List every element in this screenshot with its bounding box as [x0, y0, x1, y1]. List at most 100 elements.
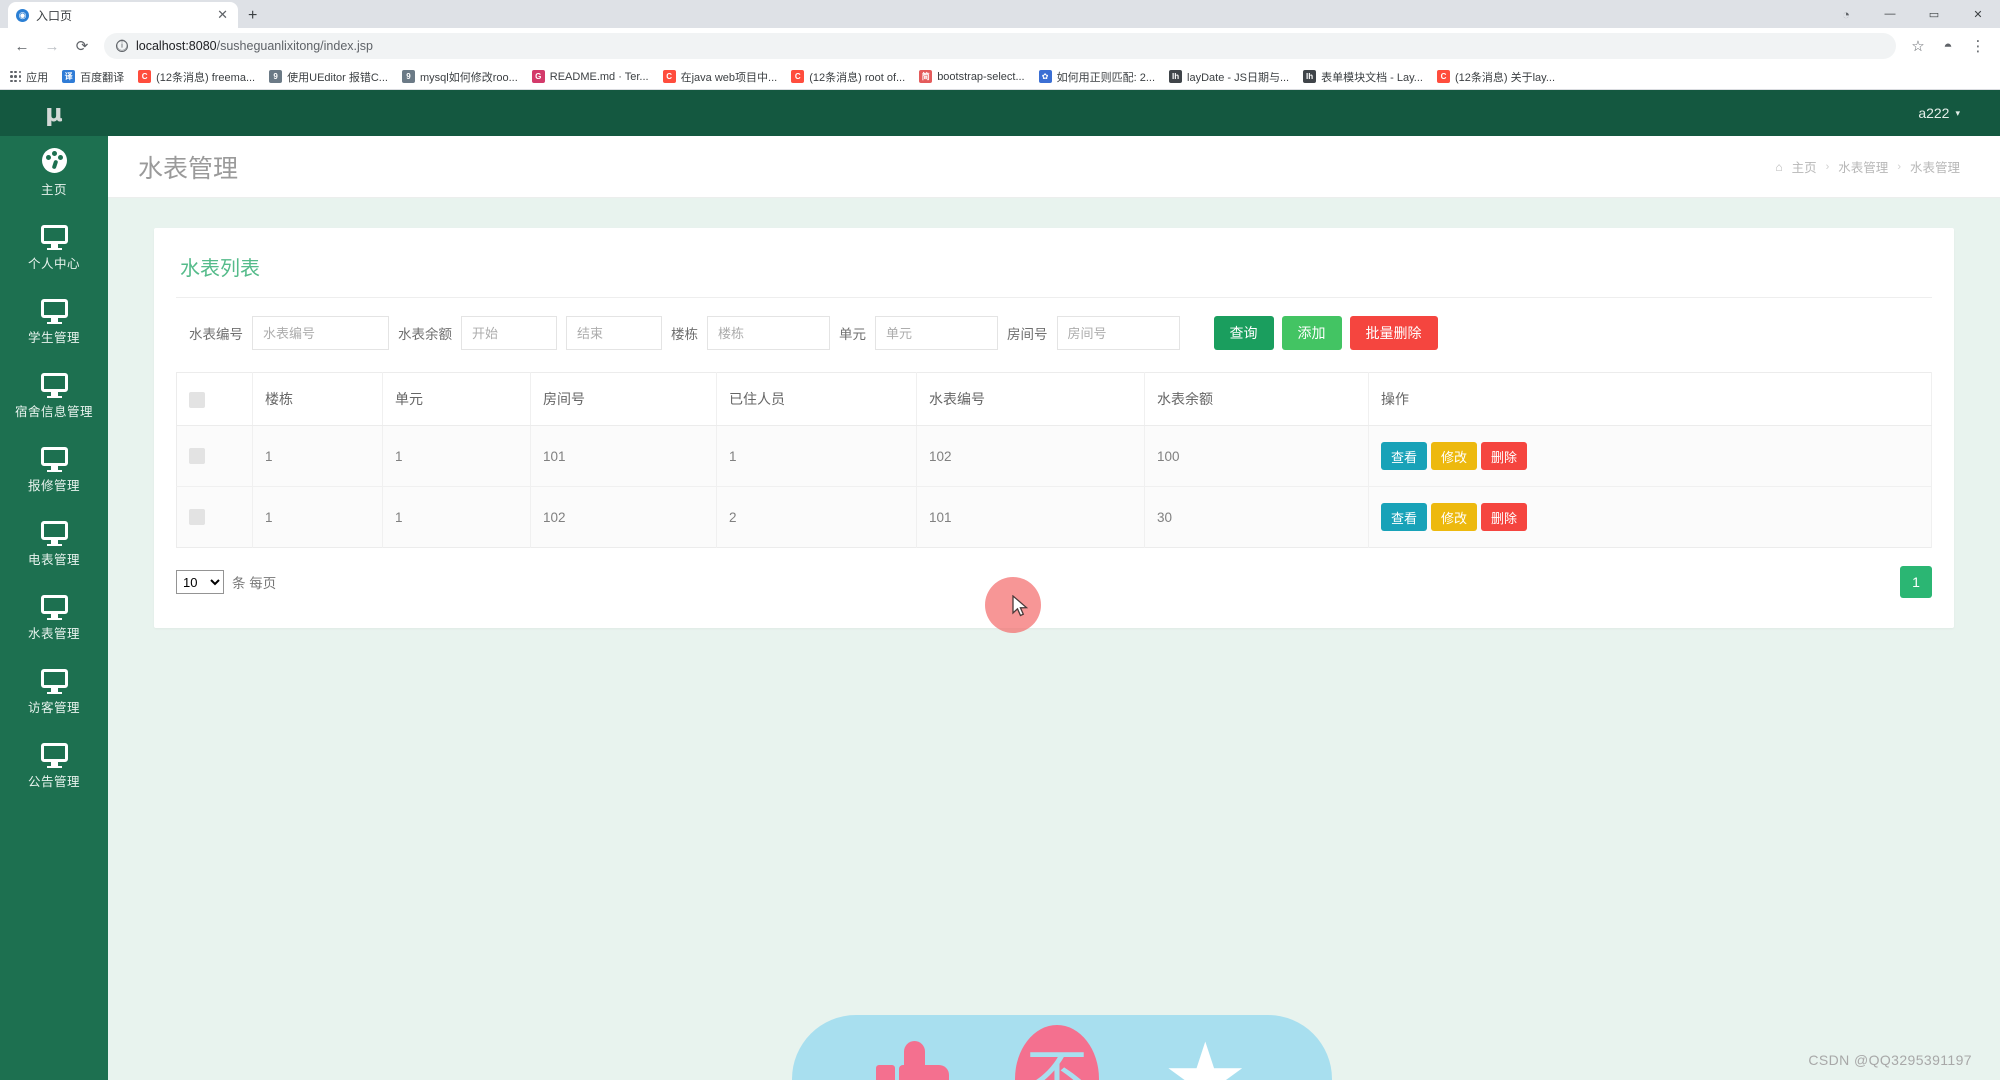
- sidebar-item-2[interactable]: 学生管理: [0, 284, 108, 358]
- chevron-down-icon: ▾: [1955, 107, 1960, 118]
- sidebar-item-7[interactable]: 访客管理: [0, 654, 108, 728]
- user-menu[interactable]: a222 ▾: [1918, 105, 1960, 121]
- bookmark-item[interactable]: 9 使用UEditor 报错C...: [263, 67, 394, 87]
- query-button[interactable]: 查询: [1213, 316, 1274, 350]
- url-path: /susheguanlixitong/index.jsp: [216, 39, 373, 53]
- new-tab-button[interactable]: +: [248, 7, 257, 25]
- filter-input-meter-no[interactable]: [252, 316, 389, 350]
- filter-input-building[interactable]: [707, 316, 830, 350]
- bookmark-favicon-icon: Ih: [1169, 70, 1183, 83]
- monitor-icon: [39, 297, 69, 324]
- site-info-icon[interactable]: ⓘ: [116, 40, 128, 52]
- star-icon[interactable]: ★: [1162, 1031, 1248, 1080]
- cell-unit: 1: [382, 486, 531, 548]
- address-bar[interactable]: ⓘ localhost:8080/susheguanlixitong/index…: [104, 33, 1896, 59]
- minimize-button[interactable]: —: [1868, 0, 1912, 28]
- bookmark-item[interactable]: C (12条消息) 关于lay...: [1431, 67, 1561, 87]
- filter-label-building: 楼栋: [671, 327, 698, 342]
- cell-balance: 100: [1144, 425, 1369, 487]
- url-text: localhost:8080/susheguanlixitong/index.j…: [136, 39, 373, 53]
- bookmark-star-icon[interactable]: ☆: [1904, 32, 1932, 60]
- filter-input-balance-start[interactable]: [461, 316, 557, 350]
- bookmark-label: 百度翻译: [80, 71, 125, 84]
- bookmark-favicon-icon: C: [138, 70, 152, 83]
- bookmark-label: 在java web项目中...: [680, 71, 778, 84]
- filter-label-balance: 水表余额: [398, 327, 452, 342]
- bookmark-item[interactable]: ✿ 如何用正则匹配: 2...: [1033, 67, 1161, 87]
- filter-label-meter-no: 水表编号: [189, 327, 243, 342]
- view-button[interactable]: 查看: [1381, 442, 1428, 470]
- bookmark-item[interactable]: C (12条消息) freema...: [132, 67, 261, 87]
- view-button[interactable]: 查看: [1381, 503, 1428, 531]
- bookmark-label: bootstrap-select...: [937, 70, 1025, 83]
- sidebar-item-1[interactable]: 个人中心: [0, 210, 108, 284]
- forward-icon[interactable]: →: [38, 32, 66, 60]
- breadcrumb-item-2: 水表管理: [1909, 161, 1960, 175]
- bookmark-label: (12条消息) 关于lay...: [1454, 71, 1556, 84]
- table-row: 1 1 102 2 101 30 查看 修改 删除: [176, 486, 1932, 548]
- social-actions-pill: 不 ★: [792, 1015, 1332, 1080]
- bookmark-item[interactable]: 9 mysql如何修改roo...: [396, 67, 524, 87]
- add-button[interactable]: 添加: [1281, 316, 1342, 350]
- bookmark-label: (12条消息) freema...: [156, 71, 256, 84]
- water-meter-table: 楼栋 单元 房间号 已住人员 水表编号 水表余额 操作 1 1 101 1 102 100…: [176, 372, 1932, 548]
- row-checkbox[interactable]: [189, 448, 205, 465]
- table-row: 1 1 101 1 102 100 查看 修改 删除: [176, 425, 1932, 487]
- watermark: CSDN @QQ3295391197: [1808, 1052, 1972, 1068]
- row-checkbox[interactable]: [189, 509, 205, 526]
- maximize-button[interactable]: ▭: [1912, 0, 1956, 28]
- browser-tab[interactable]: ◉ 入口页 ✕: [8, 2, 238, 28]
- cell-building: 1: [252, 486, 383, 548]
- bookmark-list: 译百度翻译 C (12条消息) freema... 9 使用UEditor 报错C...…: [56, 67, 1561, 87]
- bookmark-item[interactable]: 简 bootstrap-select...: [913, 68, 1030, 85]
- bookmark-label: 如何用正则匹配: 2...: [1056, 71, 1156, 84]
- sidebar: μ 主页个人中心学生管理 宿舍信息管理报修管理电表管理 水表管理 访客管理 公告管理: [0, 90, 108, 1080]
- page-button-1[interactable]: 1: [1900, 566, 1932, 598]
- sidebar-item-0[interactable]: 主页: [0, 136, 108, 210]
- sidebar-item-label: 报修管理: [27, 478, 80, 493]
- edit-button[interactable]: 修改: [1431, 503, 1478, 531]
- batch-delete-button[interactable]: 批量删除: [1349, 316, 1438, 350]
- close-icon[interactable]: ✕: [215, 7, 230, 23]
- bu-badge-icon[interactable]: 不: [1014, 1025, 1099, 1080]
- home-icon[interactable]: ⌂: [1775, 160, 1782, 174]
- breadcrumb-item-0[interactable]: 主页: [1792, 157, 1817, 176]
- select-all-checkbox[interactable]: [189, 391, 205, 408]
- reload-icon[interactable]: ⟳: [68, 32, 96, 60]
- sidebar-item-5[interactable]: 电表管理: [0, 506, 108, 580]
- bookmark-item[interactable]: Ih 表单模块文档 - Lay...: [1297, 67, 1429, 87]
- bookmark-favicon-icon: C: [1436, 70, 1450, 83]
- breadcrumb-item-1[interactable]: 水表管理: [1838, 157, 1888, 176]
- browser-menu-icon[interactable]: ⋮: [1964, 32, 1992, 60]
- filter-input-balance-end[interactable]: [566, 316, 662, 350]
- back-icon[interactable]: ←: [8, 32, 36, 60]
- bookmark-item[interactable]: Ih layDate - JS日期与...: [1163, 67, 1295, 87]
- delete-button[interactable]: 删除: [1481, 442, 1528, 470]
- sidebar-item-6[interactable]: 水表管理: [0, 580, 108, 654]
- bookmark-label: layDate - JS日期与...: [1187, 71, 1290, 84]
- bookmark-favicon-icon: C: [791, 70, 805, 83]
- bookmark-apps[interactable]: 应用: [6, 67, 54, 87]
- profile-icon[interactable]: ◓: [1934, 32, 1962, 60]
- pagination: 1: [1900, 566, 1932, 598]
- cell-actions: 查看 修改 删除: [1368, 486, 1932, 548]
- page-size-select[interactable]: 102050100: [176, 570, 224, 594]
- app-logo[interactable]: μ: [0, 90, 108, 136]
- sidebar-item-4[interactable]: 报修管理: [0, 432, 108, 506]
- sidebar-item-8[interactable]: 公告管理: [0, 728, 108, 802]
- bookmark-item[interactable]: C 在java web项目中...: [657, 67, 784, 87]
- sidebar-item-3[interactable]: 宿舍信息管理: [0, 358, 108, 432]
- filter-input-room[interactable]: [1056, 316, 1180, 350]
- thumbs-up-icon[interactable]: [875, 1039, 952, 1080]
- close-window-button[interactable]: ✕: [1956, 0, 2000, 28]
- bookmark-item[interactable]: 译百度翻译: [56, 67, 130, 87]
- bookmark-item[interactable]: C (12条消息) root of...: [785, 67, 911, 87]
- extension-icon[interactable]: ◔: [1824, 0, 1868, 28]
- column-actions: 操作: [1368, 372, 1932, 426]
- delete-button[interactable]: 删除: [1481, 503, 1528, 531]
- edit-button[interactable]: 修改: [1431, 442, 1478, 470]
- filter-input-unit[interactable]: [875, 316, 998, 350]
- sidebar-item-label: 个人中心: [27, 256, 80, 271]
- bookmark-item[interactable]: G README.md · Ter...: [526, 68, 655, 85]
- apps-label: 应用: [26, 71, 49, 84]
